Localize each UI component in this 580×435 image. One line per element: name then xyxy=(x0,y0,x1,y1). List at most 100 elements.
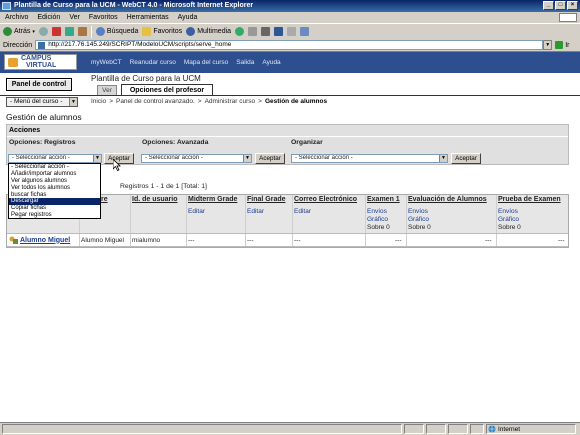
breadcrumb-inicio[interactable]: Inicio xyxy=(91,98,106,105)
home-icon[interactable] xyxy=(77,27,87,36)
column-separator xyxy=(130,195,131,247)
course-title: Plantilla de Curso para la UCM xyxy=(91,74,201,83)
discuss-icon[interactable] xyxy=(287,27,297,36)
editar-link[interactable]: Editar xyxy=(294,208,311,215)
divider xyxy=(0,95,580,96)
toolbar: Atrás ▾ Búsqueda Favoritos Multimedia xyxy=(0,23,580,39)
sobre-text: Sobre 0 xyxy=(498,224,521,231)
column-header-nombre[interactable]: re xyxy=(101,196,108,203)
messenger-icon[interactable] xyxy=(300,27,310,36)
divider xyxy=(7,233,568,234)
dropdown-option[interactable]: - Seleccionar acción - xyxy=(9,164,100,171)
column-header-final[interactable]: Final Grade xyxy=(247,196,286,203)
registros-label: Opciones: Registros xyxy=(9,139,76,146)
envios-link[interactable]: Envíos xyxy=(498,208,518,215)
breadcrumb-current: Gestión de alumnos xyxy=(264,98,328,105)
address-url: http://217.76.145.249/SCRIPT/ModeloUCM/s… xyxy=(48,41,232,48)
envios-link[interactable]: Envíos xyxy=(367,208,387,215)
acciones-title: Acciones xyxy=(9,127,41,134)
dropdown-option[interactable]: Ver todos los alumnos xyxy=(9,185,100,192)
divider xyxy=(7,136,568,137)
registros-action-select[interactable]: - Seleccionar acción - ▼ xyxy=(8,154,102,163)
go-button[interactable]: Ir xyxy=(555,41,569,49)
column-separator xyxy=(496,195,497,247)
menu-archivo[interactable]: Archivo xyxy=(5,14,28,21)
student-icon xyxy=(9,236,18,244)
window-title: Plantilla de Curso para la UCM - WebCT 4… xyxy=(14,2,254,9)
close-button[interactable]: × xyxy=(567,1,578,10)
menu-edicion[interactable]: Edición xyxy=(37,14,60,21)
column-header-id-usuario[interactable]: Id. de usuario xyxy=(132,196,178,203)
cell-evaluacion: --- xyxy=(485,237,492,244)
address-input[interactable]: http://217.76.145.249/SCRIPT/ModeloUCM/s… xyxy=(35,40,544,50)
dropdown-option[interactable]: buscar fichas xyxy=(9,192,100,199)
page-icon xyxy=(38,42,46,49)
stop-icon[interactable] xyxy=(51,27,61,36)
breadcrumb-separator: > xyxy=(258,98,262,105)
organizar-label: Organizar xyxy=(291,139,323,146)
menu-ayuda[interactable]: Ayuda xyxy=(178,14,198,21)
mouse-cursor-icon xyxy=(113,159,121,171)
print-icon[interactable] xyxy=(261,27,271,36)
favorites-button[interactable]: Favoritos xyxy=(142,27,182,36)
menu-ver[interactable]: Ver xyxy=(69,14,80,21)
minimize-button[interactable]: _ xyxy=(543,1,554,10)
forward-arrow-icon[interactable] xyxy=(38,27,48,36)
history-icon[interactable] xyxy=(235,27,245,36)
grafico-link[interactable]: Gráfico xyxy=(367,216,388,223)
sobre-text: Sobre 0 xyxy=(408,224,431,231)
windows-logo-icon xyxy=(559,13,577,22)
menu-bar: Archivo Edición Ver Favoritos Herramient… xyxy=(0,12,580,23)
course-menu-select[interactable]: - Menú del curso - ▼ xyxy=(6,97,78,107)
dropdown-option[interactable]: Ver algunos alumnos xyxy=(9,178,100,185)
dropdown-option-highlighted[interactable]: Descargar xyxy=(9,198,100,206)
column-separator xyxy=(245,195,246,247)
chevron-down-icon: ▼ xyxy=(69,98,77,106)
avanzada-accept-button[interactable]: Aceptar xyxy=(255,153,285,164)
dropdown-option[interactable]: Añadir/importar alumnos xyxy=(9,171,100,178)
control-panel-button[interactable]: Panel de control xyxy=(6,78,72,91)
grafico-link[interactable]: Gráfico xyxy=(498,216,519,223)
search-button[interactable]: Búsqueda xyxy=(95,27,138,36)
menu-herramientas[interactable]: Herramientas xyxy=(127,14,169,21)
campus-virtual-logo[interactable]: CAMPUS VIRTUAL xyxy=(4,54,77,70)
editar-link[interactable]: Editar xyxy=(247,208,264,215)
column-header-examen1[interactable]: Examen 1 xyxy=(367,196,400,203)
nav-ayuda[interactable]: Ayuda xyxy=(262,59,280,66)
course-menu-value: - Menú del curso - xyxy=(10,98,63,105)
refresh-icon[interactable] xyxy=(64,27,74,36)
nav-salida[interactable]: Salida xyxy=(236,59,254,66)
envios-link[interactable]: Envíos xyxy=(408,208,428,215)
page-title: Gestión de alumnos xyxy=(6,112,82,122)
column-header-midterm[interactable]: Midterm Grade xyxy=(188,196,237,203)
table-row: Alumno Miguel xyxy=(9,236,70,244)
dropdown-option[interactable]: Pegar registros xyxy=(9,212,100,219)
breadcrumb-panel-control[interactable]: Panel de control avanzado. xyxy=(116,98,195,105)
student-name-link[interactable]: Alumno Miguel xyxy=(20,237,70,244)
back-button[interactable]: Atrás ▾ xyxy=(3,27,35,36)
column-header-correo[interactable]: Correo Electrónico xyxy=(294,196,357,203)
nav-reanudar-curso[interactable]: Reanudar curso xyxy=(130,59,176,66)
organizar-action-select[interactable]: - Seleccionar acción - ▼ xyxy=(291,154,448,163)
column-header-prueba[interactable]: Prueba de Examen xyxy=(498,196,561,203)
cell-final: --- xyxy=(247,237,254,244)
multimedia-button[interactable]: Multimedia xyxy=(186,27,231,36)
mail-icon[interactable] xyxy=(248,27,258,36)
nav-mywebct[interactable]: myWebCT xyxy=(91,59,122,66)
dropdown-option[interactable]: Copiar fichas xyxy=(9,205,100,212)
column-header-evaluacion[interactable]: Evaluación de Alumnos xyxy=(408,196,487,203)
breadcrumb-administrar[interactable]: Administrar curso xyxy=(205,98,256,105)
address-dropdown-button[interactable]: ▼ xyxy=(543,40,553,50)
organizar-accept-button[interactable]: Aceptar xyxy=(451,153,481,164)
avanzada-action-select[interactable]: - Seleccionar acción - ▼ xyxy=(141,154,252,163)
grafico-link[interactable]: Gráfico xyxy=(408,216,429,223)
maximize-button[interactable]: □ xyxy=(555,1,566,10)
tab-ver[interactable]: Ver xyxy=(97,85,117,95)
nav-mapa-del-curso[interactable]: Mapa del curso xyxy=(184,59,228,66)
menu-favoritos[interactable]: Favoritos xyxy=(89,14,118,21)
editar-link[interactable]: Editar xyxy=(188,208,205,215)
go-label: Ir xyxy=(565,41,570,49)
edit-icon[interactable] xyxy=(274,27,284,36)
status-zone: Internet xyxy=(488,425,520,433)
column-separator xyxy=(292,195,293,247)
